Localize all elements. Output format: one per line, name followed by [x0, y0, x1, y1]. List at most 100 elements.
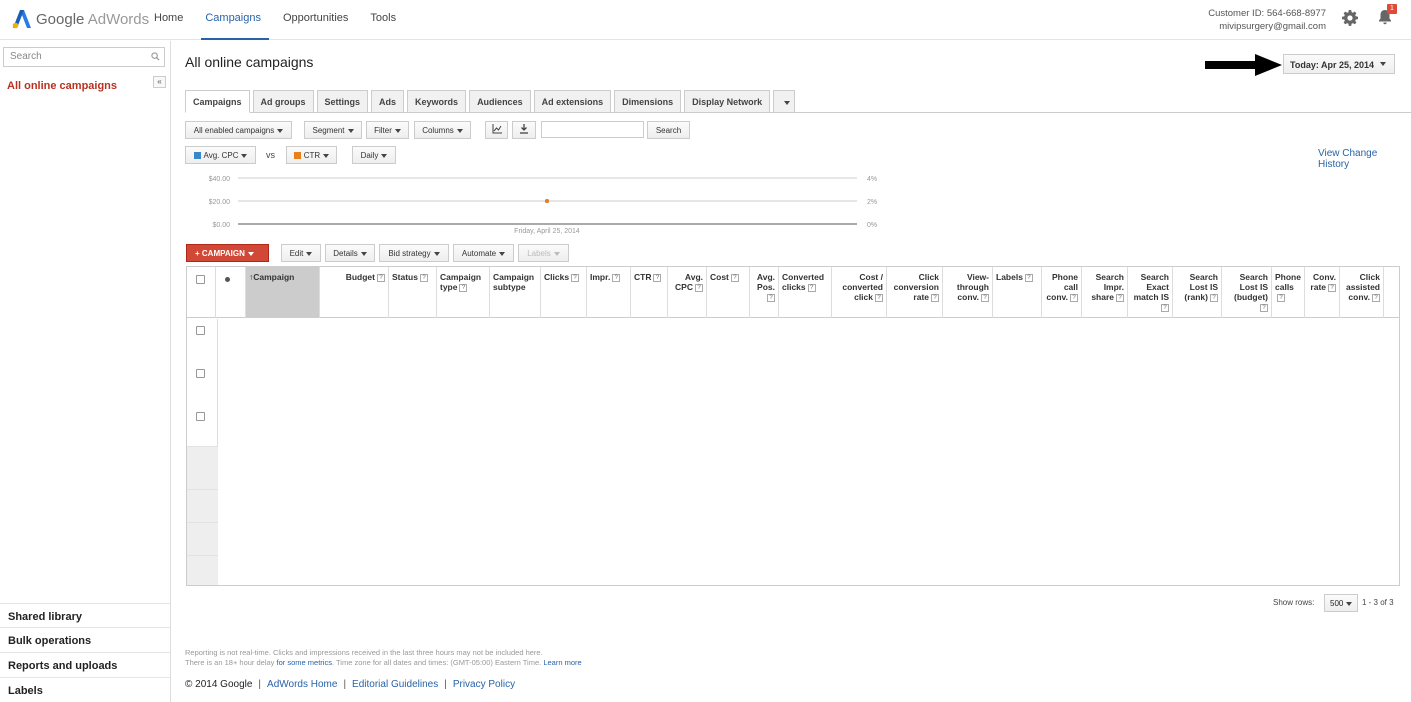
help-icon[interactable]: ?	[1372, 294, 1380, 302]
period-selector[interactable]: Daily	[352, 146, 396, 164]
help-icon[interactable]: ?	[571, 274, 580, 282]
help-icon[interactable]: ?	[1070, 294, 1078, 302]
sidebar-item-labels[interactable]: Labels	[0, 677, 170, 702]
column-header-phone-call-conv[interactable]: Phone call conv.?	[1042, 267, 1082, 318]
metric1-selector[interactable]: Avg. CPC	[185, 146, 256, 164]
editorial-guidelines-link[interactable]: Editorial Guidelines	[352, 679, 438, 690]
download-button[interactable]	[512, 121, 536, 139]
column-header-budget[interactable]: Budget?	[320, 267, 389, 318]
metric2-selector[interactable]: CTR	[286, 146, 337, 164]
column-header-click-assisted-conv[interactable]: Click assisted conv.?	[1340, 267, 1384, 318]
filter-button[interactable]: Filter	[366, 121, 409, 139]
column-header-conv-rate[interactable]: Conv. rate?	[1305, 267, 1340, 318]
nav-home[interactable]: Home	[150, 0, 191, 40]
column-header-converted-clicks[interactable]: Converted clicks?	[779, 267, 832, 318]
column-header-status[interactable]: Status?	[389, 267, 437, 318]
column-header-impr[interactable]: Impr.?	[587, 267, 631, 318]
column-header-view-through-conv[interactable]: View-through conv.?	[943, 267, 993, 318]
sidebar-item-reports-and-uploads[interactable]: Reports and uploads	[0, 652, 170, 677]
help-icon[interactable]: ?	[377, 274, 385, 282]
help-icon[interactable]: ?	[981, 294, 989, 302]
column-header-cost-converted-click[interactable]: Cost / converted click?	[832, 267, 887, 318]
sidebar-item-all-online-campaigns[interactable]: All online campaigns	[7, 80, 117, 92]
nav-tools[interactable]: Tools	[366, 0, 404, 40]
sidebar-item-shared-library[interactable]: Shared library	[0, 603, 170, 628]
tab-ad-extensions[interactable]: Ad extensions	[533, 90, 612, 113]
toggle-graph-button[interactable]	[485, 121, 508, 139]
table-search-button[interactable]: Search	[647, 121, 690, 139]
tab-keywords[interactable]: Keywords	[407, 90, 467, 113]
help-icon[interactable]: ?	[1328, 284, 1336, 292]
help-icon[interactable]: ?	[807, 284, 816, 292]
help-icon[interactable]: ?	[1161, 304, 1169, 312]
row-checkbox[interactable]	[196, 369, 205, 378]
nav-opportunities[interactable]: Opportunities	[279, 0, 356, 40]
notifications-bell[interactable]: 1	[1377, 4, 1397, 25]
tab-display-network[interactable]: Display Network	[684, 90, 771, 113]
help-icon[interactable]: ?	[459, 284, 468, 292]
help-icon[interactable]: ?	[1210, 294, 1218, 302]
column-header-search-impr-share[interactable]: Search Impr. share?	[1082, 267, 1128, 318]
column-header-click-conversion-rate[interactable]: Click conversion rate?	[887, 267, 943, 318]
details-button[interactable]: Details	[325, 244, 375, 262]
help-icon[interactable]: ?	[695, 284, 703, 292]
date-range-selector[interactable]: Today: Apr 25, 2014	[1283, 54, 1395, 74]
column-header-labels[interactable]: Labels?	[993, 267, 1042, 318]
help-icon[interactable]: ?	[1260, 304, 1268, 312]
help-icon[interactable]: ?	[1116, 294, 1124, 302]
column-header-search-exact-match-is[interactable]: Search Exact match IS?	[1128, 267, 1173, 318]
help-icon[interactable]: ?	[730, 274, 739, 282]
help-icon[interactable]: ?	[612, 274, 621, 282]
column-header-campaign[interactable]: ↑Campaign	[246, 267, 320, 318]
row-checkbox[interactable]	[196, 326, 205, 335]
help-icon[interactable]: ?	[931, 294, 939, 302]
view-change-history-link[interactable]: View Change History	[1318, 148, 1411, 170]
help-icon[interactable]: ?	[767, 294, 775, 302]
bid-strategy-button[interactable]: Bid strategy	[379, 244, 449, 262]
add-campaign-button[interactable]: + CAMPAIGN	[186, 244, 269, 262]
table-search-input[interactable]	[541, 121, 644, 138]
help-icon[interactable]: ?	[1024, 274, 1033, 282]
learn-more-link[interactable]: Learn more	[543, 658, 581, 667]
tab-settings[interactable]: Settings	[316, 90, 369, 113]
sidebar-item-bulk-operations[interactable]: Bulk operations	[0, 627, 170, 652]
tab-more-dropdown[interactable]	[773, 90, 796, 113]
collapse-sidebar-button[interactable]: «	[153, 76, 166, 88]
columns-button[interactable]: Columns	[414, 121, 471, 139]
for-some-metrics-link[interactable]: for some metrics	[277, 658, 332, 667]
campaign-status-filter[interactable]: All enabled campaigns	[185, 121, 292, 139]
help-icon[interactable]: ?	[875, 294, 883, 302]
help-icon[interactable]: ?	[653, 274, 662, 282]
column-header-phone-calls[interactable]: Phone calls?	[1272, 267, 1305, 318]
select-all-checkbox[interactable]	[196, 275, 205, 284]
help-icon[interactable]: ?	[419, 274, 428, 282]
column-header-clicks[interactable]: Clicks?	[541, 267, 587, 318]
column-header-search-lost-is-budget[interactable]: Search Lost IS (budget)?	[1222, 267, 1272, 318]
help-icon[interactable]: ?	[1277, 294, 1285, 302]
tab-ads[interactable]: Ads	[371, 90, 405, 113]
tab-audiences[interactable]: Audiences	[469, 90, 531, 113]
row-checkbox[interactable]	[196, 412, 205, 421]
gear-icon[interactable]	[1342, 10, 1358, 26]
labels-button[interactable]: Labels	[518, 244, 569, 262]
tab-campaigns[interactable]: Campaigns	[185, 90, 250, 113]
account-info[interactable]: Customer ID: 564-668-8977 mivipsurgery@g…	[1208, 7, 1326, 33]
tab-dimensions[interactable]: Dimensions	[614, 90, 682, 113]
edit-button[interactable]: Edit	[281, 244, 321, 262]
nav-campaigns[interactable]: Campaigns	[201, 0, 269, 40]
column-header-campaign-subtype[interactable]: Campaign subtype	[490, 267, 541, 318]
privacy-policy-link[interactable]: Privacy Policy	[453, 679, 515, 690]
column-header-ctr[interactable]: CTR?	[631, 267, 668, 318]
column-header-avg-pos[interactable]: Avg. Pos.?	[750, 267, 779, 318]
rows-per-page-select[interactable]: 500	[1324, 594, 1358, 612]
adwords-home-link[interactable]: AdWords Home	[267, 679, 337, 690]
column-header-avg-cpc[interactable]: Avg. CPC?	[668, 267, 707, 318]
automate-button[interactable]: Automate	[453, 244, 514, 262]
tab-ad-groups[interactable]: Ad groups	[252, 90, 314, 113]
segment-button[interactable]: Segment	[304, 121, 362, 139]
adwords-logo[interactable]: Google AdWords	[12, 8, 149, 30]
column-header-search-lost-is-rank[interactable]: Search Lost IS (rank)?	[1173, 267, 1222, 318]
sidebar-search-input[interactable]: Search	[3, 47, 165, 67]
column-header-cost[interactable]: Cost?	[707, 267, 750, 318]
column-header-campaign-type[interactable]: Campaign type?	[437, 267, 490, 318]
